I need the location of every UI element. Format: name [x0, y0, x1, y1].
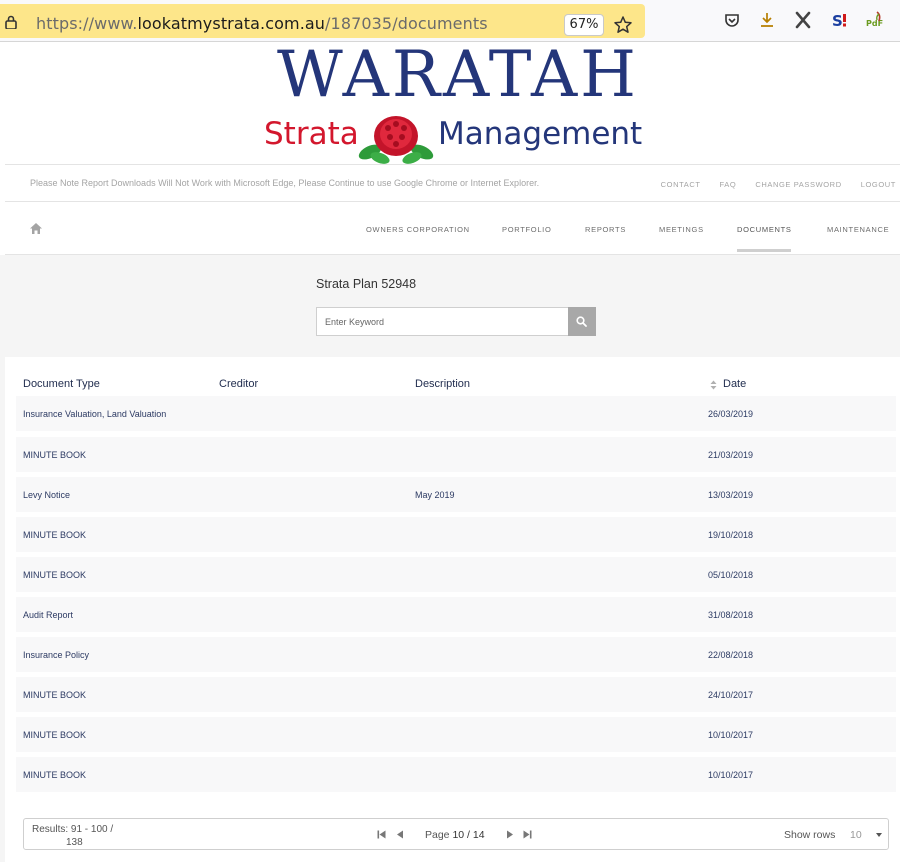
header-description[interactable]: Description — [415, 378, 470, 390]
page-indicator: Page 10 / 14 — [425, 829, 485, 841]
contact-link[interactable]: CONTACT — [661, 180, 701, 189]
table-row[interactable]: MINUTE BOOK 10/10/2017 — [16, 757, 896, 792]
page-value: 10 / 14 — [452, 829, 485, 841]
utility-links: CONTACT FAQ CHANGE PASSWORD LOGOUT — [642, 180, 896, 189]
table-row[interactable]: MINUTE BOOK 19/10/2018 — [16, 517, 896, 552]
results-range: Results: 91 - 100 / — [32, 824, 114, 835]
header-document-type[interactable]: Document Type — [23, 378, 100, 390]
notice-bar: Please Note Report Downloads Will Not Wo… — [5, 164, 900, 202]
main-navigation: OWNERS CORPORATION PORTFOLIO REPORTS MEE… — [5, 202, 900, 255]
home-icon[interactable] — [29, 222, 43, 235]
cell-document-type[interactable]: Insurance Policy — [23, 650, 89, 660]
logout-link[interactable]: LOGOUT — [861, 180, 896, 189]
cell-date: 10/10/2017 — [708, 770, 754, 780]
pagination-bar: Results: 91 - 100 / 138 Page 10 / 14 Sho… — [23, 818, 889, 850]
pocket-icon[interactable] — [722, 10, 742, 30]
sort-icon[interactable] — [710, 380, 717, 390]
cell-document-type[interactable]: MINUTE BOOK — [23, 690, 86, 700]
first-page-icon[interactable] — [377, 830, 386, 839]
nav-owners-corporation[interactable]: OWNERS CORPORATION — [366, 225, 470, 234]
nav-reports[interactable]: REPORTS — [585, 225, 626, 234]
table-row[interactable]: Insurance Policy 22/08/2018 — [16, 637, 896, 672]
nav-documents[interactable]: DOCUMENTS — [737, 225, 792, 234]
faq-link[interactable]: FAQ — [720, 180, 737, 189]
page-prefix: Page — [425, 829, 450, 841]
next-page-icon[interactable] — [505, 830, 514, 839]
table-row[interactable]: Levy Notice May 2019 13/03/2019 — [16, 477, 896, 512]
s-extension-icon[interactable]: S — [829, 10, 849, 30]
table-row[interactable]: MINUTE BOOK 05/10/2018 — [16, 557, 896, 592]
pdf-extension-icon[interactable]: PdF — [865, 10, 885, 30]
address-bar[interactable]: https://www.lookatmystrata.com.au/187035… — [0, 4, 645, 38]
logo-management-text: Management — [438, 116, 643, 152]
svg-text:S: S — [832, 12, 843, 30]
nav-maintenance[interactable]: MAINTENANCE — [827, 225, 889, 234]
download-icon[interactable] — [757, 10, 777, 30]
cell-date: 26/03/2019 — [708, 409, 754, 419]
svg-text:PdF: PdF — [866, 19, 883, 28]
cell-date: 31/08/2018 — [708, 610, 754, 620]
cell-date: 05/10/2018 — [708, 570, 754, 580]
url-domain: lookatmystrata.com.au — [137, 14, 326, 33]
search-icon — [576, 316, 587, 327]
lock-icon — [5, 15, 17, 29]
show-rows-label: Show rows — [784, 829, 836, 841]
last-page-icon[interactable] — [523, 830, 532, 839]
url-path: /187035/documents — [325, 14, 488, 33]
header-creditor[interactable]: Creditor — [219, 378, 258, 390]
search-input[interactable] — [316, 307, 569, 336]
table-row[interactable]: MINUTE BOOK 21/03/2019 — [16, 437, 896, 472]
url-text[interactable]: https://www.lookatmystrata.com.au/187035… — [36, 14, 488, 33]
browser-toolbar: https://www.lookatmystrata.com.au/187035… — [0, 0, 900, 42]
cell-date: 13/03/2019 — [708, 490, 754, 500]
table-row[interactable]: MINUTE BOOK 10/10/2017 — [16, 717, 896, 752]
cell-date: 21/03/2019 — [708, 450, 754, 460]
header-date[interactable]: Date — [723, 378, 746, 390]
nav-portfolio[interactable]: PORTFOLIO — [502, 225, 552, 234]
table-row[interactable]: Audit Report 31/08/2018 — [16, 597, 896, 632]
bookmark-star-icon[interactable] — [613, 15, 633, 35]
active-tab-indicator — [737, 249, 791, 252]
search-button[interactable] — [568, 307, 596, 336]
cell-date: 19/10/2018 — [708, 530, 754, 540]
cell-document-type[interactable]: Insurance Valuation, Land Valuation — [23, 409, 166, 419]
cell-document-type[interactable]: Levy Notice — [23, 490, 70, 500]
rows-per-page-select[interactable]: 10 — [844, 824, 888, 846]
logo-title: WARATAH — [277, 38, 639, 112]
cell-document-type[interactable]: MINUTE BOOK — [23, 770, 86, 780]
results-total: 138 — [66, 837, 83, 848]
browser-notice: Please Note Report Downloads Will Not Wo… — [30, 178, 540, 188]
cell-document-type[interactable]: MINUTE BOOK — [23, 530, 86, 540]
cell-document-type[interactable]: MINUTE BOOK — [23, 450, 86, 460]
cell-document-type[interactable]: MINUTE BOOK — [23, 730, 86, 740]
cell-date: 10/10/2017 — [708, 730, 754, 740]
logo-strata-text: Strata — [264, 116, 359, 152]
url-prefix: https://www. — [36, 14, 138, 33]
nav-meetings[interactable]: MEETINGS — [659, 225, 704, 234]
cell-date: 22/08/2018 — [708, 650, 754, 660]
previous-page-icon[interactable] — [396, 830, 405, 839]
chevron-down-icon — [876, 833, 882, 837]
rows-per-page-value: 10 — [850, 829, 862, 841]
page-title: Strata Plan 52948 — [316, 277, 417, 291]
company-logo[interactable]: WARATAH Strata Management — [262, 42, 650, 164]
results-count: Results: 91 - 100 / 138 — [32, 823, 132, 849]
cell-date: 24/10/2017 — [708, 690, 754, 700]
waratah-flower-icon — [358, 116, 434, 164]
table-row[interactable]: Insurance Valuation, Land Valuation 26/0… — [16, 396, 896, 431]
x-extension-icon[interactable] — [793, 10, 813, 30]
table-row[interactable]: MINUTE BOOK 24/10/2017 — [16, 677, 896, 712]
zoom-badge[interactable]: 67% — [564, 14, 604, 36]
change-password-link[interactable]: CHANGE PASSWORD — [755, 180, 841, 189]
cell-description: May 2019 — [415, 490, 455, 500]
cell-document-type[interactable]: MINUTE BOOK — [23, 570, 86, 580]
cell-document-type[interactable]: Audit Report — [23, 610, 73, 620]
